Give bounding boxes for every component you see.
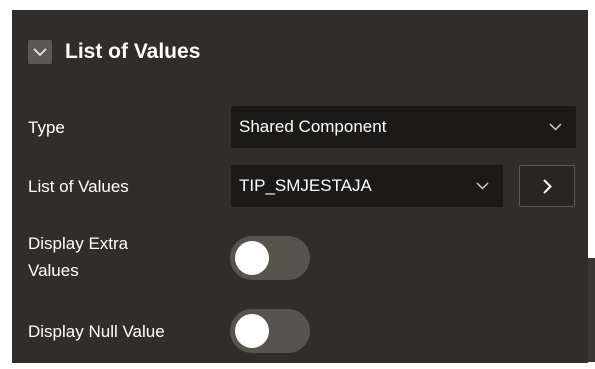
chevron-down-icon xyxy=(549,123,562,131)
chevron-down-icon xyxy=(476,182,489,190)
chevron-right-icon xyxy=(542,178,552,194)
toggle-knob xyxy=(235,241,269,275)
property-panel: List of Values Type Shared Component Lis… xyxy=(12,10,588,363)
section-title: List of Values xyxy=(65,40,201,63)
scrollbar[interactable] xyxy=(588,258,595,362)
display-extra-values-label-line1: Display Extra xyxy=(28,234,129,253)
toggle-knob xyxy=(235,314,269,348)
display-null-value-label: Display Null Value xyxy=(28,322,165,341)
display-extra-values-toggle[interactable] xyxy=(230,236,310,280)
type-select-value: Shared Component xyxy=(239,117,387,136)
type-select[interactable]: Shared Component xyxy=(231,106,576,148)
type-label: Type xyxy=(28,118,65,137)
display-extra-values-label-line2: Values xyxy=(28,261,79,280)
display-null-value-toggle[interactable] xyxy=(230,309,310,353)
list-of-values-select-value: TIP_SMJESTAJA xyxy=(239,176,372,195)
list-of-values-label: List of Values xyxy=(28,177,129,196)
list-of-values-select[interactable]: TIP_SMJESTAJA xyxy=(231,165,503,207)
chevron-down-icon xyxy=(33,47,47,56)
go-to-list-of-values-button[interactable] xyxy=(519,165,575,207)
collapse-toggle[interactable] xyxy=(28,40,52,64)
section-header[interactable]: List of Values xyxy=(28,40,200,64)
